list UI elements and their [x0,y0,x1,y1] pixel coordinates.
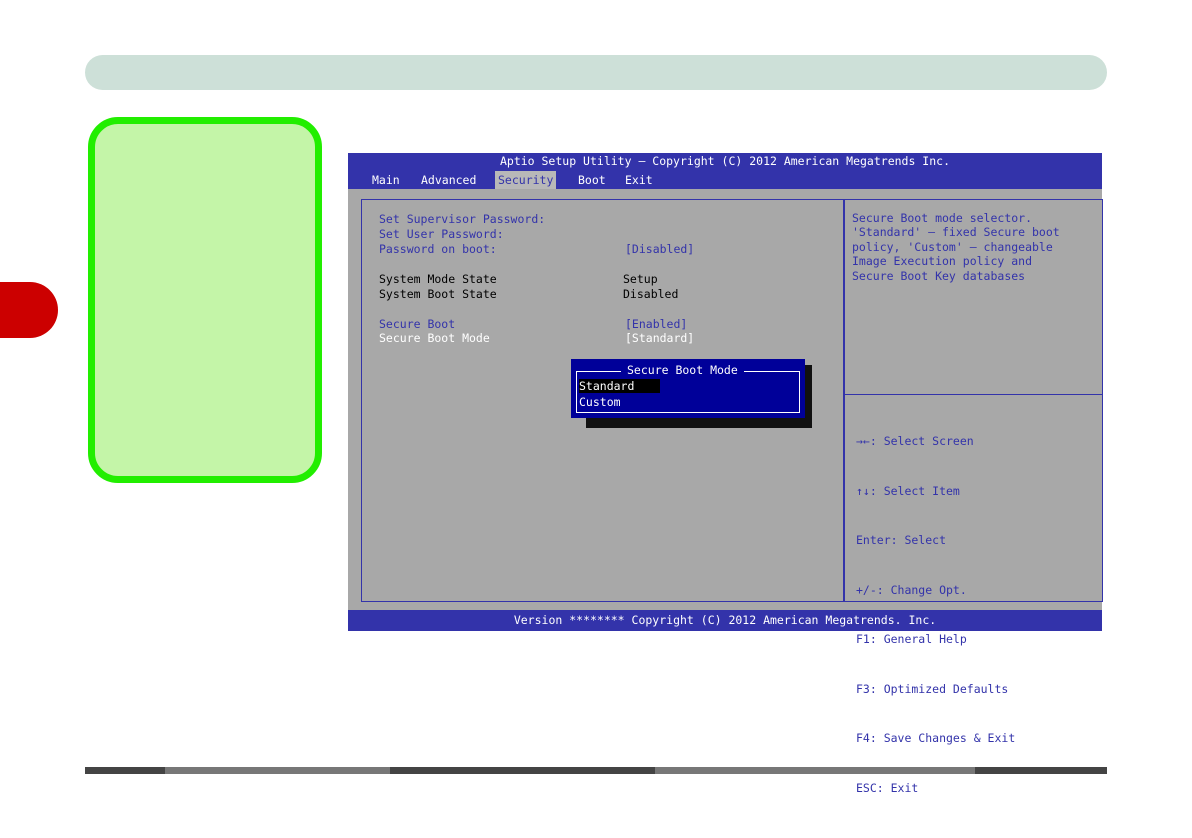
bios-footer: Version ******** Copyright (C) 2012 Amer… [348,610,1102,631]
key-esc-exit: ESC: Exit [856,780,919,795]
help-panel: Secure Boot mode selector. 'Standard' – … [844,199,1103,795]
tab-security[interactable]: Security [495,171,557,189]
key-optimized-defaults: F3: Optimized Defaults [856,681,1009,696]
footer-line-segment [390,767,655,774]
system-boot-state-value: Disabled [623,287,679,301]
key-select-screen: →←: Select Screen [856,434,974,448]
system-mode-state-value: Setup [623,272,658,286]
key-save-exit: F4: Save Changes & Exit [856,731,1016,745]
tab-main[interactable]: Main [369,171,403,189]
popup-option-standard[interactable]: Standard [579,379,660,393]
key-change-opt: +/-: Change Opt. [856,582,967,597]
help-text: Secure Boot mode selector. 'Standard' – … [852,211,1060,283]
secure-boot-mode-popup: Secure Boot Mode Standard Custom [571,359,805,418]
tab-boot[interactable]: Boot [575,171,609,189]
page-footer-line [85,767,1107,774]
popup-title: Secure Boot Mode [621,363,744,377]
note-box [88,117,322,483]
tab-exit[interactable]: Exit [622,171,656,189]
footer-line-segment [975,767,1107,774]
system-mode-state-label: System Mode State [379,272,497,286]
bios-screen: Aptio Setup Utility – Copyright (C) 2012… [348,153,1103,795]
page-header-bar [85,55,1107,90]
setting-secure-boot-mode[interactable]: Secure Boot Mode [379,331,490,345]
chapter-tab [0,282,58,338]
help-divider [845,394,1102,395]
system-boot-state-label: System Boot State [379,287,497,301]
key-enter: Enter: Select [856,533,947,547]
bios-title: Aptio Setup Utility – Copyright (C) 2012… [348,153,1102,171]
setting-password-on-boot[interactable]: Password on boot: [379,242,497,256]
key-general-help: F1: General Help [856,632,967,646]
bios-tab-bar: Main Advanced Security Boot Exit [348,171,1102,189]
password-on-boot-value[interactable]: [Disabled] [625,242,694,256]
secure-boot-value[interactable]: [Enabled] [625,317,687,331]
secure-boot-mode-value[interactable]: [Standard] [625,331,694,345]
tab-advanced[interactable]: Advanced [418,171,479,189]
key-select-item: ↑↓: Select Item [856,483,960,498]
setting-user-password[interactable]: Set User Password: [379,227,504,241]
setting-supervisor-password[interactable]: Set Supervisor Password: [379,212,545,226]
setting-secure-boot[interactable]: Secure Boot [379,317,455,331]
footer-line-segment [85,767,165,774]
popup-option-custom[interactable]: Custom [579,395,624,409]
